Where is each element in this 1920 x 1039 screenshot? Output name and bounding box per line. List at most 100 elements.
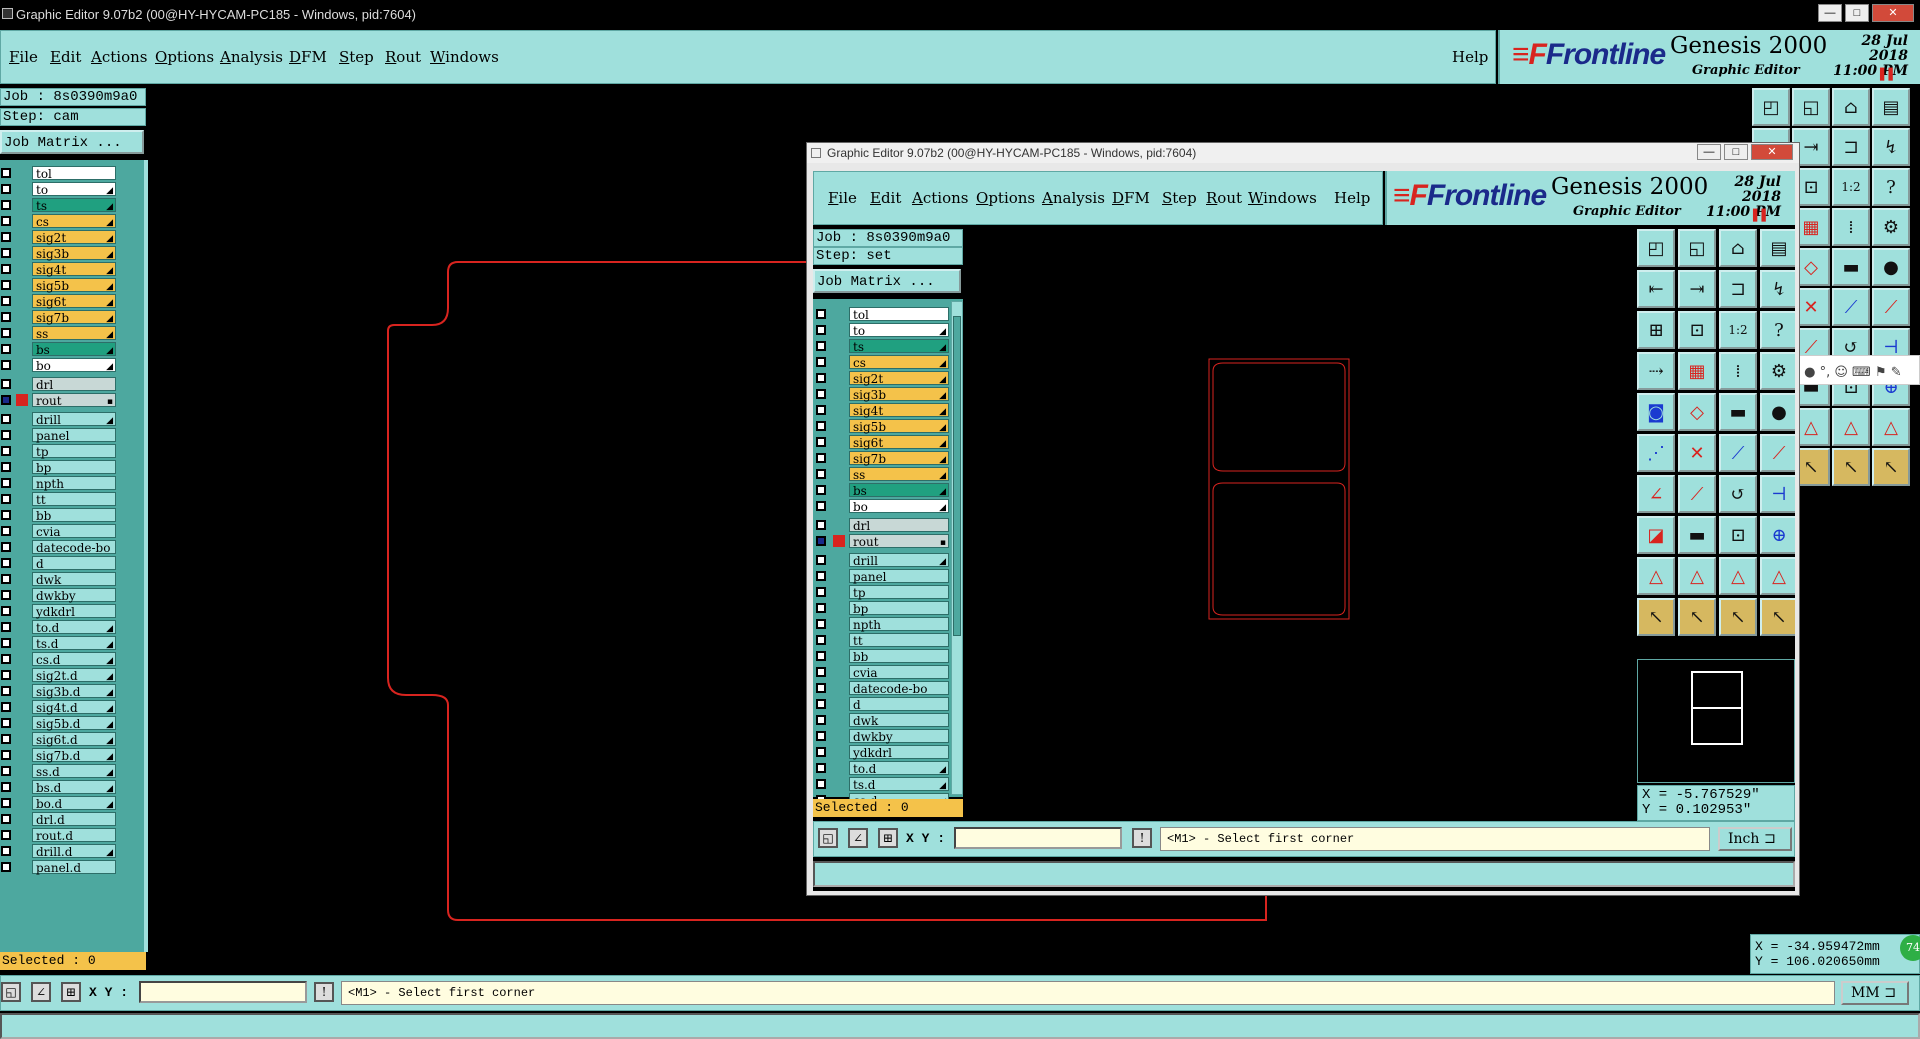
main-layer-checkbox[interactable] <box>1 622 11 632</box>
menu-actions[interactable]: Actions <box>91 48 147 66</box>
child-tool-button[interactable]: ⟋ <box>1760 434 1795 472</box>
main-layer-row[interactable]: datecode-bo <box>0 540 116 555</box>
main-layer-checkbox[interactable] <box>1 280 11 290</box>
maximize-button[interactable]: □ <box>1845 4 1869 22</box>
child-layer-checkbox[interactable] <box>816 635 826 645</box>
child-layer-row[interactable]: tol <box>815 307 949 322</box>
menu-analysis[interactable]: Analysis <box>220 48 283 66</box>
child-tool-button[interactable]: ? <box>1760 311 1795 349</box>
child-layer-row[interactable]: drl <box>815 518 949 533</box>
child-layer-row[interactable]: ss ◢ <box>815 467 949 482</box>
child-tool-button[interactable]: ⇢ <box>1637 352 1675 390</box>
main-layer-checkbox[interactable] <box>1 379 11 389</box>
child-layer-checkbox[interactable] <box>816 651 826 661</box>
main-layer-row[interactable]: bp <box>0 460 116 475</box>
main-layer-checkbox[interactable] <box>1 702 11 712</box>
main-layer-row[interactable]: sig6t.d ◢ <box>0 732 116 747</box>
child-minimize-button[interactable]: — <box>1697 144 1721 160</box>
main-tool-button[interactable]: ? <box>1872 168 1910 206</box>
main-layer-checkbox[interactable] <box>1 574 11 584</box>
child-layer-checkbox[interactable] <box>816 683 826 693</box>
main-job-matrix-button[interactable]: Job Matrix ... <box>0 130 144 154</box>
child-tool-button[interactable]: ● <box>1760 393 1795 431</box>
child-measure-button[interactable]: ∠ <box>848 828 868 848</box>
main-layer-checkbox[interactable] <box>1 558 11 568</box>
main-layer-checkbox[interactable] <box>1 782 11 792</box>
menu-windows[interactable]: Windows <box>430 48 499 66</box>
main-layer-row[interactable]: sig4t ◢ <box>0 262 116 277</box>
main-tool-button[interactable]: ◱ <box>1792 88 1830 126</box>
child-layer-row[interactable]: to ◢ <box>815 323 949 338</box>
main-layer-row[interactable]: bo.d ◢ <box>0 796 116 811</box>
child-layer-row[interactable]: ts ◢ <box>815 339 949 354</box>
child-layer-checkbox[interactable] <box>816 373 826 383</box>
child-tool-button[interactable]: 1:2 <box>1719 311 1757 349</box>
child-tool-button[interactable]: ▬ <box>1719 393 1757 431</box>
main-layer-row[interactable]: panel <box>0 428 116 443</box>
main-layer-checkbox[interactable] <box>1 296 11 306</box>
menu-rout[interactable]: Rout <box>385 48 421 66</box>
main-layer-row[interactable]: cs.d ◢ <box>0 652 116 667</box>
child-layer-checkbox[interactable] <box>816 603 826 613</box>
main-layer-checkbox[interactable] <box>1 462 11 472</box>
main-layer-row[interactable]: cs ◢ <box>0 214 116 229</box>
main-layer-row[interactable]: ts ◢ <box>0 198 116 213</box>
main-tool-button[interactable]: ⁞ <box>1832 208 1870 246</box>
child-layer-row[interactable]: tt <box>815 633 949 648</box>
main-layer-checkbox[interactable] <box>1 344 11 354</box>
main-layer-checkbox[interactable] <box>1 478 11 488</box>
child-menu-analysis[interactable]: Analysis <box>1042 189 1105 207</box>
child-tool-button[interactable]: ∠ <box>1637 475 1675 513</box>
main-layer-row[interactable]: to.d ◢ <box>0 620 116 635</box>
child-layer-row[interactable]: sig6t ◢ <box>815 435 949 450</box>
child-tool-button[interactable]: ↖ <box>1760 598 1795 636</box>
main-layer-checkbox[interactable] <box>1 248 11 258</box>
child-layer-row[interactable]: dwk <box>815 713 949 728</box>
xy-input[interactable] <box>139 981 307 1003</box>
main-layer-checkbox[interactable] <box>1 328 11 338</box>
child-tool-button[interactable]: ◇ <box>1678 393 1716 431</box>
main-tool-button[interactable]: ⟋ <box>1832 288 1870 326</box>
main-tool-button[interactable]: ▤ <box>1872 88 1910 126</box>
main-layer-row[interactable]: ss.d ◢ <box>0 764 116 779</box>
main-layer-checkbox[interactable] <box>1 494 11 504</box>
main-layer-row[interactable]: drill.d ◢ <box>0 844 116 859</box>
menu-dfm[interactable]: DFM <box>289 48 327 66</box>
child-tool-button[interactable]: ◰ <box>1637 229 1675 267</box>
main-tool-button[interactable]: ↖ <box>1832 448 1870 486</box>
child-layer-scrollbar[interactable] <box>951 301 963 795</box>
main-tool-button[interactable]: △ <box>1832 408 1870 446</box>
main-layer-checkbox[interactable] <box>1 638 11 648</box>
main-tool-button[interactable]: ⟋ <box>1872 288 1910 326</box>
main-layer-row[interactable]: bs.d ◢ <box>0 780 116 795</box>
main-tool-button[interactable]: ◰ <box>1752 88 1790 126</box>
child-tool-button[interactable]: ↯ <box>1760 270 1795 308</box>
main-layer-checkbox[interactable] <box>1 446 11 456</box>
child-layer-checkbox[interactable] <box>816 520 826 530</box>
main-layer-checkbox[interactable] <box>1 510 11 520</box>
child-tool-button[interactable]: △ <box>1678 557 1716 595</box>
main-layer-row[interactable]: sig5b ◢ <box>0 278 116 293</box>
main-layer-checkbox[interactable] <box>1 168 11 178</box>
main-layer-row[interactable]: to ◢ <box>0 182 116 197</box>
child-scroll-thumb[interactable] <box>953 316 961 636</box>
child-layer-row[interactable]: rout ▪ <box>815 534 949 549</box>
menu-file[interactable]: File <box>9 48 38 66</box>
child-tool-button[interactable]: △ <box>1637 557 1675 595</box>
child-layer-checkbox[interactable] <box>816 309 826 319</box>
child-menu-file[interactable]: File <box>828 189 857 207</box>
child-layer-row[interactable]: bp <box>815 601 949 616</box>
child-layer-row[interactable]: bs ◢ <box>815 483 949 498</box>
main-layer-checkbox[interactable] <box>1 670 11 680</box>
main-layer-row[interactable]: tp <box>0 444 116 459</box>
main-layer-row[interactable]: ts.d ◢ <box>0 636 116 651</box>
child-layer-row[interactable]: cvia <box>815 665 949 680</box>
main-layer-row[interactable]: sig7b ◢ <box>0 310 116 325</box>
main-layer-checkbox[interactable] <box>1 216 11 226</box>
main-layer-row[interactable]: sig2t ◢ <box>0 230 116 245</box>
child-layer-checkbox[interactable] <box>816 341 826 351</box>
main-tool-button[interactable]: ● <box>1872 248 1910 286</box>
child-tool-button[interactable]: ⇤ <box>1637 270 1675 308</box>
main-layer-checkbox[interactable] <box>1 718 11 728</box>
main-layer-checkbox[interactable] <box>1 232 11 242</box>
